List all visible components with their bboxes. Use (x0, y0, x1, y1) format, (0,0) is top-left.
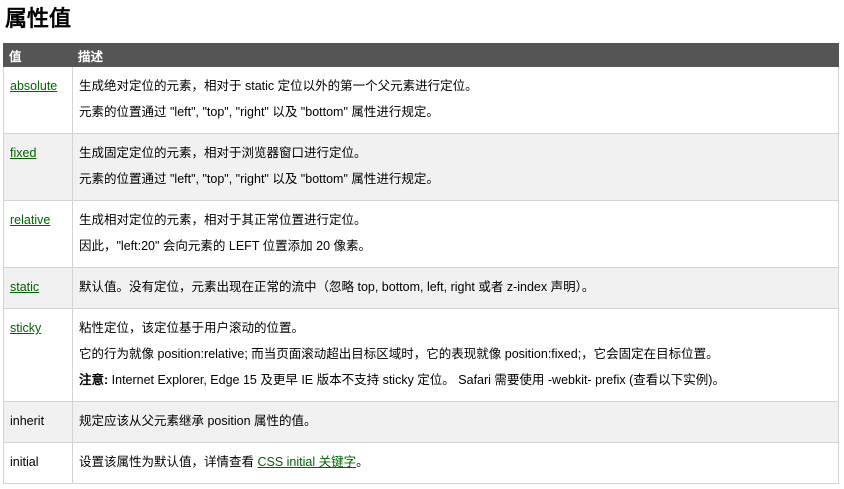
description-line: 它的行为就像 position:relative; 而当页面滚动超出目标区域时，… (79, 347, 719, 361)
value-link-static[interactable]: static (10, 280, 39, 294)
value-cell: absolute (3, 66, 73, 134)
value-link-sticky[interactable]: sticky (10, 321, 41, 335)
header-value: 值 (3, 43, 73, 67)
description-cell: 粘性定位，该定位基于用户滚动的位置。 它的行为就像 position:relat… (72, 308, 839, 402)
description-line: 因此，"left:20" 会向元素的 LEFT 位置添加 20 像素。 (79, 239, 372, 253)
css-initial-keyword-link[interactable]: CSS initial 关键字 (257, 455, 356, 469)
description-cell: 规定应该从父元素继承 position 属性的值。 (72, 401, 839, 443)
description-cell: 设置该属性为默认值，详情查看 CSS initial 关键字。 (72, 442, 839, 484)
value-link-fixed[interactable]: fixed (10, 146, 36, 160)
table-row: absolute 生成绝对定位的元素，相对于 static 定位以外的第一个父元… (3, 66, 839, 134)
description-line: 元素的位置通过 "left", "top", "right" 以及 "botto… (79, 105, 439, 119)
description-cell: 生成相对定位的元素，相对于其正常位置进行定位。 因此，"left:20" 会向元… (72, 200, 839, 268)
value-cell: relative (3, 200, 73, 268)
value-cell: inherit (3, 401, 73, 443)
header-description: 描述 (72, 43, 839, 67)
description-line: 生成相对定位的元素，相对于其正常位置进行定位。 (79, 213, 367, 227)
table-header-row: 值 描述 (3, 43, 839, 67)
value-text-initial: initial (10, 455, 39, 469)
description-line: 规定应该从父元素继承 position 属性的值。 (79, 414, 317, 428)
value-link-absolute[interactable]: absolute (10, 79, 57, 93)
description-cell: 生成绝对定位的元素，相对于 static 定位以外的第一个父元素进行定位。 元素… (72, 66, 839, 134)
note-line: 注意: Internet Explorer, Edge 15 及更早 IE 版本… (79, 372, 838, 388)
table-row: inherit 规定应该从父元素继承 position 属性的值。 (3, 401, 839, 443)
value-cell: fixed (3, 133, 73, 201)
table-row: relative 生成相对定位的元素，相对于其正常位置进行定位。 因此，"lef… (3, 200, 839, 268)
description-text: 设置该属性为默认值，详情查看 (79, 455, 258, 469)
value-link-relative[interactable]: relative (10, 213, 50, 227)
note-label: 注意: (79, 373, 109, 387)
description-line: 元素的位置通过 "left", "top", "right" 以及 "botto… (79, 172, 439, 186)
value-cell: static (3, 267, 73, 309)
description-text-end: 。 (356, 455, 369, 469)
table-row: static 默认值。没有定位，元素出现在正常的流中（忽略 top, botto… (3, 267, 839, 309)
description-line: 设置该属性为默认值，详情查看 CSS initial 关键字。 (79, 454, 838, 470)
note-text: Internet Explorer, Edge 15 及更早 IE 版本不支持 … (108, 373, 725, 387)
table-row: sticky 粘性定位，该定位基于用户滚动的位置。 它的行为就像 positio… (3, 308, 839, 402)
page-title: 属性值 (5, 7, 72, 32)
property-values-table: 值 描述 absolute 生成绝对定位的元素，相对于 static 定位以外的… (3, 43, 839, 484)
table-row: initial 设置该属性为默认值，详情查看 CSS initial 关键字。 (3, 442, 839, 484)
description-line: 默认值。没有定位，元素出现在正常的流中（忽略 top, bottom, left… (79, 280, 595, 294)
description-line: 生成固定定位的元素，相对于浏览器窗口进行定位。 (79, 146, 367, 160)
value-text-inherit: inherit (10, 414, 45, 428)
value-cell: initial (3, 442, 73, 484)
table-row: fixed 生成固定定位的元素，相对于浏览器窗口进行定位。 元素的位置通过 "l… (3, 133, 839, 201)
value-cell: sticky (3, 308, 73, 402)
description-line: 生成绝对定位的元素，相对于 static 定位以外的第一个父元素进行定位。 (79, 79, 478, 93)
description-line: 粘性定位，该定位基于用户滚动的位置。 (79, 321, 305, 335)
description-cell: 默认值。没有定位，元素出现在正常的流中（忽略 top, bottom, left… (72, 267, 839, 309)
description-cell: 生成固定定位的元素，相对于浏览器窗口进行定位。 元素的位置通过 "left", … (72, 133, 839, 201)
